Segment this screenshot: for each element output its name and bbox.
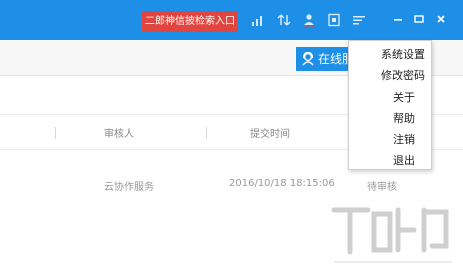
- cell-submit-time: 2016/10/18 18:15:06: [229, 178, 335, 189]
- column-separator: [206, 127, 207, 139]
- menu-item-exit[interactable]: 退出: [349, 150, 431, 171]
- signal-icon[interactable]: [251, 13, 265, 27]
- customer-service-icon: [302, 51, 314, 66]
- settings-dropdown-menu: 系统设置 修改密码 关于 帮助 注销 退出: [348, 40, 432, 170]
- table-row[interactable]: 云协作服务 2016/10/18 18:15:06 待审核: [0, 168, 463, 198]
- transfer-icon[interactable]: [277, 13, 291, 27]
- site-watermark-logo: [331, 207, 452, 263]
- menu-item-help[interactable]: 帮助: [349, 108, 431, 129]
- column-header-reviewer[interactable]: 审核人: [104, 125, 134, 140]
- close-icon[interactable]: [434, 12, 448, 26]
- disclosure-search-entry-button[interactable]: 二郎神信披检索入口: [142, 11, 238, 32]
- user-upload-icon[interactable]: [302, 13, 316, 27]
- maximize-icon[interactable]: [412, 12, 426, 26]
- cell-reviewer: 云协作服务: [104, 182, 154, 193]
- minimize-icon[interactable]: [391, 12, 405, 26]
- document-icon[interactable]: [327, 13, 341, 27]
- list-icon[interactable]: [352, 13, 366, 27]
- column-separator: [55, 127, 56, 139]
- menu-item-system-settings[interactable]: 系统设置: [349, 44, 431, 65]
- cell-status: 待审核: [367, 182, 397, 193]
- menu-item-change-password[interactable]: 修改密码: [349, 65, 431, 86]
- column-header-submit-time[interactable]: 提交时间: [250, 125, 290, 140]
- menu-item-logout[interactable]: 注销: [349, 129, 431, 150]
- title-bar: 二郎神信披检索入口: [0, 0, 463, 40]
- menu-item-about[interactable]: 关于: [349, 87, 431, 108]
